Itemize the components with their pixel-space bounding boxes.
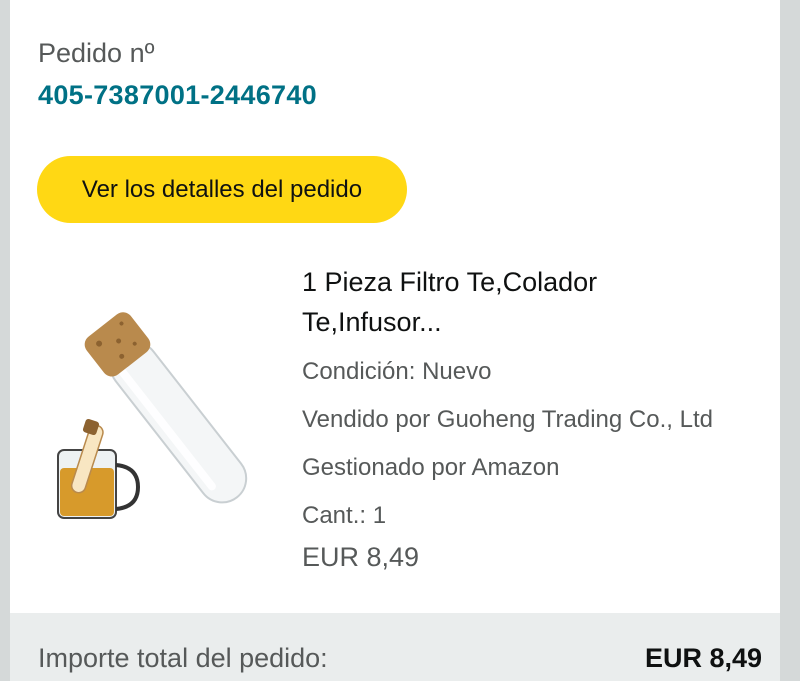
product-title-line-1[interactable]: 1 Pieza Filtro Te,Colador <box>302 262 772 302</box>
order-total-bar: Importe total del pedido: EUR 8,49 <box>10 613 780 681</box>
product-fulfilled-by: Gestionado por Amazon <box>302 454 560 481</box>
order-card: Pedido nº 405-7387001-2446740 Ver los de… <box>10 0 780 681</box>
order-total-label: Importe total del pedido: <box>38 643 328 673</box>
product-price: EUR 8,49 <box>302 542 420 572</box>
product-image[interactable] <box>40 300 280 540</box>
product-condition: Condición: Nuevo <box>302 358 492 385</box>
view-order-details-button[interactable]: Ver los detalles del pedido <box>37 156 407 223</box>
tea-infuser-tube-icon <box>57 312 248 519</box>
product-seller: Vendido por Guoheng Trading Co., Ltd <box>302 406 713 433</box>
product-info: 1 Pieza Filtro Te,Colador Te,Infusor... … <box>302 262 772 573</box>
order-label: Pedido nº <box>38 38 155 68</box>
order-total-value: EUR 8,49 <box>644 643 762 673</box>
product-title[interactable]: 1 Pieza Filtro Te,Colador Te,Infusor... <box>302 262 772 342</box>
order-number[interactable]: 405-7387001-2446740 <box>38 80 317 111</box>
product-quantity: Cant.: 1 <box>302 502 387 529</box>
product-title-line-2[interactable]: Te,Infusor... <box>302 302 772 342</box>
